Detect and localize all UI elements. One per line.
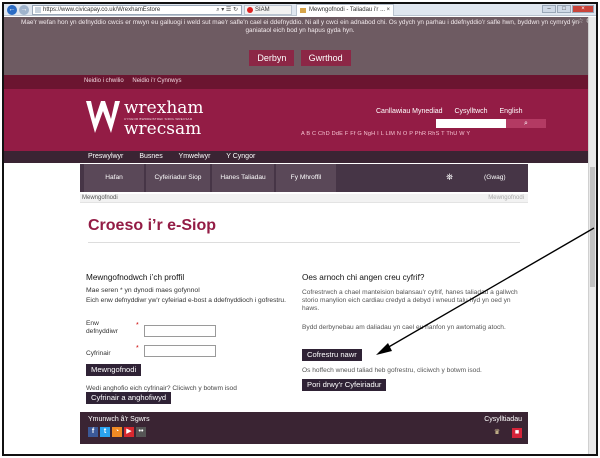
register-receipts: Bydd derbynebau am daliadau yn cael eu h… bbox=[302, 324, 506, 331]
skip-links-bar: Neidio i chwilio Neidio i'r Cynnwys bbox=[4, 75, 596, 89]
shop-nav: Hafan Cyfeiriadur Siop Hanes Taliadau Fy… bbox=[80, 164, 528, 192]
skip-to-search-link[interactable]: Neidio i chwilio bbox=[84, 78, 124, 84]
cookie-banner: Mae'r wefan hon yn defnyddio cwcis er mw… bbox=[4, 17, 596, 75]
accessibility-link[interactable]: Canllawiau Mynediad bbox=[376, 108, 443, 115]
browser-tab-siam[interactable]: SIAM bbox=[244, 5, 292, 15]
search-button[interactable]: ⌕ bbox=[506, 119, 546, 128]
password-input[interactable] bbox=[144, 345, 216, 357]
accept-cookies-button[interactable]: Derbyn bbox=[249, 50, 295, 66]
basket-icon[interactable]: ⛯ bbox=[446, 172, 458, 182]
main-content: Croeso i’r e-Siop Mewngofnodwch i’ch pro… bbox=[80, 209, 528, 412]
w-logo-icon bbox=[86, 101, 120, 133]
address-bar[interactable]: https://www.civicapay.co.uk/WrexhamEstor… bbox=[32, 5, 242, 15]
facebook-icon[interactable]: f bbox=[88, 427, 98, 437]
browser-window: ← → https://www.civicapay.co.uk/WrexhamE… bbox=[2, 2, 598, 456]
cookie-text: Mae'r wefan hon yn defnyddio cwcis er mw… bbox=[21, 19, 579, 34]
required-star: * bbox=[136, 345, 139, 352]
title-divider bbox=[88, 242, 520, 243]
shop-nav-home[interactable]: Hafan bbox=[84, 164, 144, 192]
forgot-password-text: Wedi anghofio eich cyfrinair? Cliciwch y… bbox=[86, 385, 237, 392]
twitter-icon[interactable]: t bbox=[100, 427, 110, 437]
guest-note: Os hoffech wneud taliad heb gofrestru, c… bbox=[302, 367, 482, 374]
minimize-button[interactable]: – bbox=[542, 5, 556, 13]
window-close-button[interactable]: × bbox=[572, 5, 594, 13]
password-label: Cyfrinair bbox=[86, 350, 111, 357]
register-heading: Oes arnoch chi angen creu cyfrif? bbox=[302, 273, 425, 282]
forward-button[interactable]: → bbox=[19, 5, 29, 15]
footer-badges: ♛ ■ bbox=[482, 428, 522, 438]
window-controls: – □ × bbox=[541, 5, 594, 13]
logo-welsh: wrecsam bbox=[124, 119, 202, 139]
login-heading: Mewngofnodwch i’ch proffil bbox=[86, 273, 185, 282]
nav-council[interactable]: Y Cyngor bbox=[226, 153, 255, 160]
required-star: * bbox=[136, 322, 139, 329]
browser-toolbar: ← → https://www.civicapay.co.uk/WrexhamE… bbox=[4, 4, 596, 16]
maximize-button[interactable]: □ bbox=[557, 5, 571, 13]
basket-status[interactable]: (Gwag) bbox=[484, 164, 506, 192]
nav-visitors[interactable]: Ymwelwyr bbox=[179, 153, 211, 160]
flickr-icon[interactable]: •• bbox=[136, 427, 146, 437]
main-nav: Preswylwyr Busnes Ymwelwyr Y Cyngor bbox=[4, 151, 596, 163]
breadcrumb: Mewngofnodi Mewngofnodi bbox=[80, 194, 528, 203]
site-footer: Ymunwch â'r Sgwrs f t ◔ ▶ •• Cysylltiada… bbox=[80, 412, 528, 444]
register-now-button[interactable]: Cofrestru nawr bbox=[302, 349, 362, 361]
register-benefits: Cofrestrwch a chael manteision balansau'… bbox=[302, 289, 518, 312]
youtube-icon[interactable]: ▶ bbox=[124, 427, 134, 437]
page-title: Croeso i’r e-Siop bbox=[88, 217, 217, 234]
a-to-z-index[interactable]: A B C ChD DdE F Ff G NgH I L LlM N O P P… bbox=[301, 131, 470, 137]
logo-english: wrexham bbox=[124, 98, 204, 118]
reject-cookies-button[interactable]: Gwrthod bbox=[300, 50, 351, 66]
badge-icon: ■ bbox=[512, 428, 522, 438]
page-scrollbar[interactable] bbox=[588, 17, 596, 454]
contact-link[interactable]: Cysylltwch bbox=[455, 108, 488, 115]
breadcrumb-current: Mewngofnodi bbox=[82, 195, 118, 201]
footer-follow-heading: Ymunwch â'r Sgwrs bbox=[88, 416, 150, 423]
address-url: https://www.civicapay.co.uk/WrexhamEstor… bbox=[43, 7, 161, 13]
skip-to-content-link[interactable]: Neidio i'r Cynnwys bbox=[132, 78, 181, 84]
tab-close-icon[interactable]: × bbox=[386, 5, 390, 16]
scrollbar-thumb[interactable] bbox=[590, 167, 595, 287]
council-logo[interactable]: wrexham CYNGOR BWRDEISTREF SIROL WRECSAM… bbox=[84, 97, 204, 139]
username-label-line2: defnyddiwr bbox=[86, 328, 118, 335]
site-header: wrexham CYNGOR BWRDEISTREF SIROL WRECSAM… bbox=[4, 89, 596, 151]
english-link[interactable]: English bbox=[500, 108, 523, 115]
username-input[interactable] bbox=[144, 325, 216, 337]
address-tools-icon[interactable]: ⌕ ▾ ☰ ↻ bbox=[216, 6, 238, 14]
username-label-line1: Enw bbox=[86, 320, 99, 327]
login-instructions: Eich enw defnyddiwr yw'r cyfeiriad e-bos… bbox=[86, 297, 286, 304]
crown-icon: ♛ bbox=[492, 428, 502, 438]
footer-contacts-heading[interactable]: Cysylltiadau bbox=[484, 416, 522, 423]
shop-nav-profile[interactable]: Fy Mhroffil bbox=[276, 164, 336, 192]
site-search-input[interactable] bbox=[436, 119, 506, 128]
nav-residents[interactable]: Preswylwyr bbox=[88, 153, 123, 160]
page-icon bbox=[35, 7, 41, 13]
social-links: f t ◔ ▶ •• bbox=[88, 427, 148, 437]
forgot-password-button[interactable]: Cyfrinair a anghofiwyd bbox=[86, 392, 172, 404]
rss-icon[interactable]: ◔ bbox=[112, 427, 122, 437]
back-button[interactable]: ← bbox=[7, 5, 17, 15]
shop-nav-directory[interactable]: Cyfeiriadur Siop bbox=[146, 164, 210, 192]
breadcrumb-right: Mewngofnodi bbox=[488, 195, 524, 201]
nav-business[interactable]: Busnes bbox=[139, 153, 162, 160]
shop-nav-payment-history[interactable]: Hanes Taliadau bbox=[212, 164, 274, 192]
browser-tab-active[interactable]: Mewngofnodi - Taliadau i'r ... × bbox=[296, 4, 394, 16]
browse-directory-button[interactable]: Pori drwy'r Cyfeiriadur bbox=[302, 379, 387, 391]
tab-title: Mewngofnodi - Taliadau i'r ... bbox=[309, 7, 386, 13]
login-button[interactable]: Mewngofnodi bbox=[86, 364, 142, 376]
required-note: Mae seren * yn dynodi maes gofynnol bbox=[86, 287, 200, 294]
